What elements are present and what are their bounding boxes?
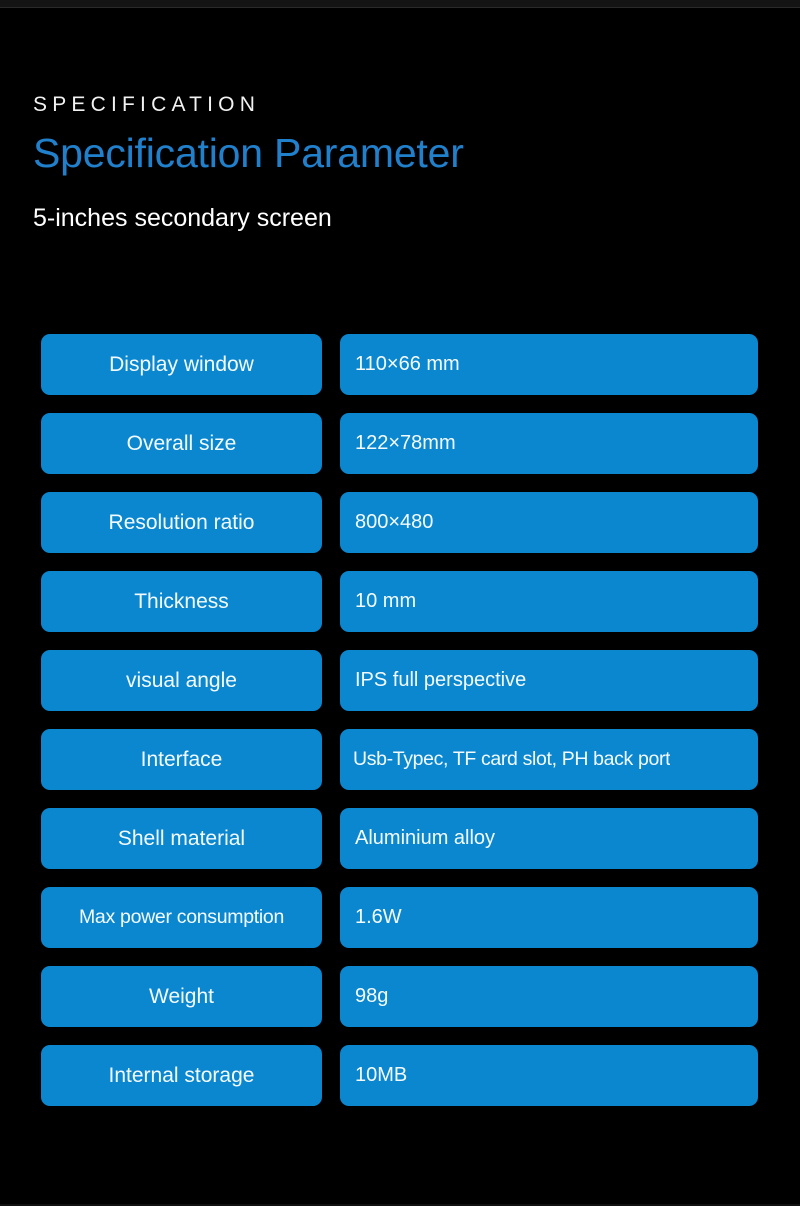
spec-label-cell: Max power consumption — [41, 887, 322, 948]
spec-value-cell: 98g — [340, 966, 758, 1027]
spec-value-text: 110×66 mm — [355, 353, 460, 375]
top-edge-divider — [0, 7, 800, 8]
spec-row: Shell material Aluminium alloy — [41, 808, 758, 869]
spec-label-cell: Thickness — [41, 571, 322, 632]
spec-value-text: 800×480 — [355, 511, 434, 533]
spec-value-text: Usb-Typec, TF card slot, PH back port — [353, 748, 671, 770]
spec-label-text: Max power consumption — [78, 906, 285, 928]
spec-value-text: 98g — [355, 985, 389, 1007]
spec-value-cell: 10 mm — [340, 571, 758, 632]
page-header: SPECIFICATION Specification Parameter 5-… — [33, 92, 763, 233]
spec-value-text: 10 mm — [355, 590, 417, 612]
top-edge-band — [0, 0, 800, 7]
spec-label-text: Shell material — [117, 826, 246, 850]
spec-label-text: Thickness — [134, 589, 229, 613]
spec-label-cell: Internal storage — [41, 1045, 322, 1106]
eyebrow-label: SPECIFICATION — [33, 93, 261, 116]
spec-label-text: Overall size — [126, 431, 237, 455]
spec-row: Display window 110×66 mm — [41, 334, 758, 395]
spec-label-cell: Interface — [41, 729, 322, 790]
spec-row: Thickness 10 mm — [41, 571, 758, 632]
page-title: Specification Parameter — [33, 130, 464, 177]
spec-value-cell: 1.6W — [340, 887, 758, 948]
spec-label-cell: Shell material — [41, 808, 322, 869]
spec-value-text: 122×78mm — [355, 432, 456, 454]
spec-label-text: Weight — [149, 984, 214, 1008]
spec-row: Max power consumption 1.6W — [41, 887, 758, 948]
spec-value-cell: IPS full perspective — [340, 650, 758, 711]
spec-label-text: visual angle — [126, 668, 237, 692]
spec-label-text: Display window — [109, 352, 254, 376]
specification-page: SPECIFICATION Specification Parameter 5-… — [0, 0, 800, 1206]
spec-row: Resolution ratio 800×480 — [41, 492, 758, 553]
spec-value-text: Aluminium alloy — [355, 827, 496, 849]
specification-table: Display window 110×66 mm Overall size 122×7… — [41, 334, 758, 1106]
spec-value-cell: Usb-Typec, TF card slot, PH back port — [340, 729, 758, 790]
spec-value-cell: 800×480 — [340, 492, 758, 553]
spec-row: Weight 98g — [41, 966, 758, 1027]
spec-label-cell: Resolution ratio — [41, 492, 322, 553]
spec-label-cell: Weight — [41, 966, 322, 1027]
spec-value-text: IPS full perspective — [355, 669, 527, 691]
spec-row: Interface Usb-Typec, TF card slot, PH bac… — [41, 729, 758, 790]
spec-value-text: 1.6W — [355, 906, 402, 928]
spec-value-cell: 10MB — [340, 1045, 758, 1106]
spec-row: Internal storage 10MB — [41, 1045, 758, 1106]
spec-label-cell: Display window — [41, 334, 322, 395]
spec-row: visual angle IPS full perspective — [41, 650, 758, 711]
spec-value-cell: Aluminium alloy — [340, 808, 758, 869]
spec-row: Overall size 122×78mm — [41, 413, 758, 474]
spec-label-text: Interface — [140, 747, 223, 771]
spec-value-cell: 110×66 mm — [340, 334, 758, 395]
spec-label-text: Internal storage — [108, 1063, 255, 1087]
spec-value-cell: 122×78mm — [340, 413, 758, 474]
page-subtitle: 5-inches secondary screen — [33, 204, 332, 233]
spec-label-text: Resolution ratio — [108, 510, 255, 534]
spec-label-cell: visual angle — [41, 650, 322, 711]
spec-value-text: 10MB — [355, 1064, 408, 1086]
spec-label-cell: Overall size — [41, 413, 322, 474]
